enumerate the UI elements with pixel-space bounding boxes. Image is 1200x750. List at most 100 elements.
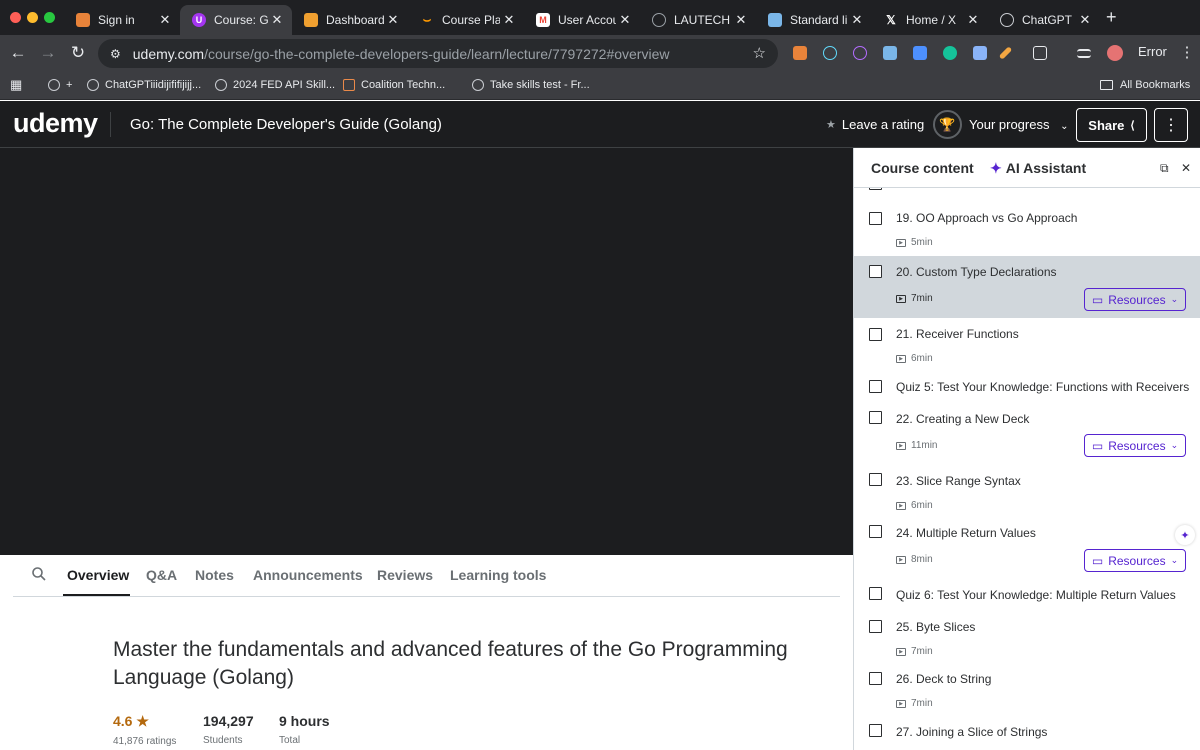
- maximize-window-button[interactable]: [44, 12, 55, 23]
- checkbox[interactable]: [869, 473, 882, 486]
- browser-tab[interactable]: 𝕏 Home / X ✕: [872, 5, 988, 35]
- lecture-duration: ▶ 6min: [896, 500, 933, 511]
- tab-overview[interactable]: Overview: [67, 567, 129, 583]
- bookmark-skills-test[interactable]: Take skills test - Fr...: [472, 79, 590, 91]
- extension-pen-icon[interactable]: [998, 46, 1013, 60]
- bookmark-fed-api[interactable]: 2024 FED API Skill...: [215, 79, 335, 91]
- resources-button[interactable]: ▭ Resources ⌄: [1084, 434, 1186, 457]
- checkbox[interactable]: [869, 411, 882, 424]
- sidebar-header: Course content ✦ AI Assistant ⧉ ✕: [854, 148, 1200, 188]
- trophy-icon[interactable]: 🏆: [933, 110, 962, 139]
- list-item[interactable]: 24. Multiple Return Values ▶ 8min ▭ Resour…: [854, 516, 1200, 578]
- list-item[interactable]: 21. Receiver Functions ▶ 6min: [854, 318, 1200, 370]
- bookmark-chatgpt[interactable]: ChatGPTiiidijififijijj...: [87, 79, 201, 91]
- browser-tab[interactable]: Sign in ✕: [64, 5, 180, 35]
- close-icon[interactable]: ✕: [1181, 161, 1191, 175]
- browser-menu-icon[interactable]: ⋮: [1176, 43, 1198, 61]
- leave-rating-button[interactable]: ★ Leave a rating: [826, 117, 924, 132]
- bookmark-add[interactable]: +: [48, 79, 72, 91]
- extension-react-icon[interactable]: [823, 46, 837, 60]
- tab-reviews[interactable]: Reviews: [377, 567, 433, 583]
- browser-tab[interactable]: ⌣ Course Play ✕: [408, 5, 524, 35]
- extension-copy-icon[interactable]: [913, 46, 927, 60]
- search-icon[interactable]: [32, 567, 46, 581]
- bookmark-coalition[interactable]: Coalition Techn...: [343, 79, 445, 91]
- media-queue-icon[interactable]: [1077, 49, 1091, 58]
- udemy-logo[interactable]: udemy: [13, 108, 98, 139]
- tab-course-content[interactable]: Course content: [871, 160, 974, 176]
- apps-grid-icon[interactable]: ▦: [10, 77, 22, 93]
- extensions-puzzle-icon[interactable]: [1033, 46, 1047, 60]
- checkbox[interactable]: [869, 328, 882, 341]
- checkbox[interactable]: [869, 212, 882, 225]
- course-headline: Master the fundamentals and advanced fea…: [113, 638, 788, 689]
- list-item[interactable]: 22. Creating a New Deck ▶ 11min ▭ Resource…: [854, 402, 1200, 464]
- list-item[interactable]: 19. OO Approach vs Go Approach ▶ 5min: [854, 194, 1200, 248]
- close-tab-icon[interactable]: ✕: [964, 12, 982, 28]
- extension-code-icon[interactable]: [853, 46, 867, 60]
- checkbox[interactable]: [869, 380, 882, 393]
- checkbox[interactable]: [869, 724, 882, 737]
- list-item[interactable]: 23. Slice Range Syntax ▶ 6min: [854, 464, 1200, 516]
- tab-announcements[interactable]: Announcements: [253, 567, 363, 583]
- list-item-quiz[interactable]: Quiz 5: Test Your Knowledge: Functions w…: [854, 370, 1200, 402]
- video-player[interactable]: [0, 148, 854, 555]
- resources-button[interactable]: ▭ Resources ⌄: [1084, 549, 1186, 572]
- close-tab-icon[interactable]: ✕: [500, 12, 518, 28]
- browser-tab[interactable]: M User Accou ✕: [524, 5, 640, 35]
- minimize-window-button[interactable]: [27, 12, 38, 23]
- extension-grammarly-icon[interactable]: [943, 46, 957, 60]
- profile-avatar[interactable]: [1107, 45, 1123, 61]
- extension-fox-icon[interactable]: [793, 46, 807, 60]
- tab-qa[interactable]: Q&A: [146, 567, 177, 583]
- resources-button[interactable]: ▭ Resources ⌄: [1084, 288, 1186, 311]
- extension-screen-icon[interactable]: [883, 46, 897, 60]
- browser-error-button[interactable]: Error: [1138, 44, 1167, 59]
- tab-learning-tools[interactable]: Learning tools: [450, 567, 546, 583]
- tab-ai-assistant[interactable]: ✦ AI Assistant: [990, 160, 1086, 177]
- bookmark-star-icon[interactable]: ☆: [753, 44, 766, 62]
- your-progress-button[interactable]: Your progress ⌄: [969, 117, 1068, 132]
- list-item[interactable]: 26. Deck to String ▶ 7min: [854, 662, 1200, 714]
- checkbox[interactable]: [869, 620, 882, 633]
- reload-icon[interactable]: ↻: [67, 43, 89, 63]
- tab-notes[interactable]: Notes: [195, 567, 234, 583]
- browser-tab-active[interactable]: U Course: Go ✕: [180, 5, 292, 35]
- address-bar[interactable]: ⚙ udemy.com /course/go-the-complete-deve…: [98, 39, 778, 68]
- all-bookmarks[interactable]: All Bookmarks: [1100, 79, 1190, 91]
- list-item-quiz[interactable]: Quiz 6: Test Your Knowledge: Multiple Re…: [854, 578, 1200, 610]
- list-item-current[interactable]: 20. Custom Type Declarations ▶ 7min ▭ Reso…: [854, 256, 1200, 318]
- checkbox[interactable]: [869, 672, 882, 685]
- new-tab-button[interactable]: +: [1106, 7, 1117, 28]
- lecture-title: 26. Deck to String: [896, 672, 992, 686]
- close-tab-icon[interactable]: ✕: [732, 12, 750, 28]
- close-tab-icon[interactable]: ✕: [848, 12, 866, 28]
- udemy-icon: U: [192, 13, 206, 27]
- share-button[interactable]: Share ⟨: [1076, 108, 1147, 142]
- forward-arrow-icon[interactable]: →: [37, 43, 59, 63]
- checkbox[interactable]: [869, 525, 882, 538]
- ai-assistant-bubble-icon[interactable]: ✦: [1175, 525, 1195, 545]
- course-title[interactable]: Go: The Complete Developer's Guide (Gola…: [130, 116, 442, 133]
- browser-tab[interactable]: Standard lib ✕: [756, 5, 872, 35]
- browser-tab[interactable]: ChatGPT ✕: [988, 5, 1100, 35]
- close-tab-icon[interactable]: ✕: [384, 12, 402, 28]
- more-options-button[interactable]: ⋮: [1154, 108, 1188, 142]
- hours-stat: 9 hours Total: [279, 713, 330, 746]
- list-item[interactable]: 25. Byte Slices ▶ 7min: [854, 610, 1200, 662]
- close-tab-icon[interactable]: ✕: [268, 12, 286, 28]
- checkbox[interactable]: [869, 587, 882, 600]
- close-tab-icon[interactable]: ✕: [156, 12, 174, 28]
- close-tab-icon[interactable]: ✕: [616, 12, 634, 28]
- expand-panel-icon[interactable]: ⧉: [1160, 161, 1169, 176]
- folder-icon: ▭: [1091, 438, 1104, 453]
- close-window-button[interactable]: [10, 12, 21, 23]
- close-tab-icon[interactable]: ✕: [1076, 12, 1094, 28]
- list-item[interactable]: 27. Joining a Slice of Strings: [854, 714, 1200, 750]
- site-info-icon[interactable]: ⚙: [110, 47, 121, 61]
- back-arrow-icon[interactable]: ←: [7, 43, 29, 63]
- browser-tab[interactable]: Dashboard ✕: [292, 5, 408, 35]
- extension-doc-icon[interactable]: [973, 46, 987, 60]
- checkbox[interactable]: [869, 265, 882, 278]
- browser-tab[interactable]: LAUTECH P ✕: [640, 5, 756, 35]
